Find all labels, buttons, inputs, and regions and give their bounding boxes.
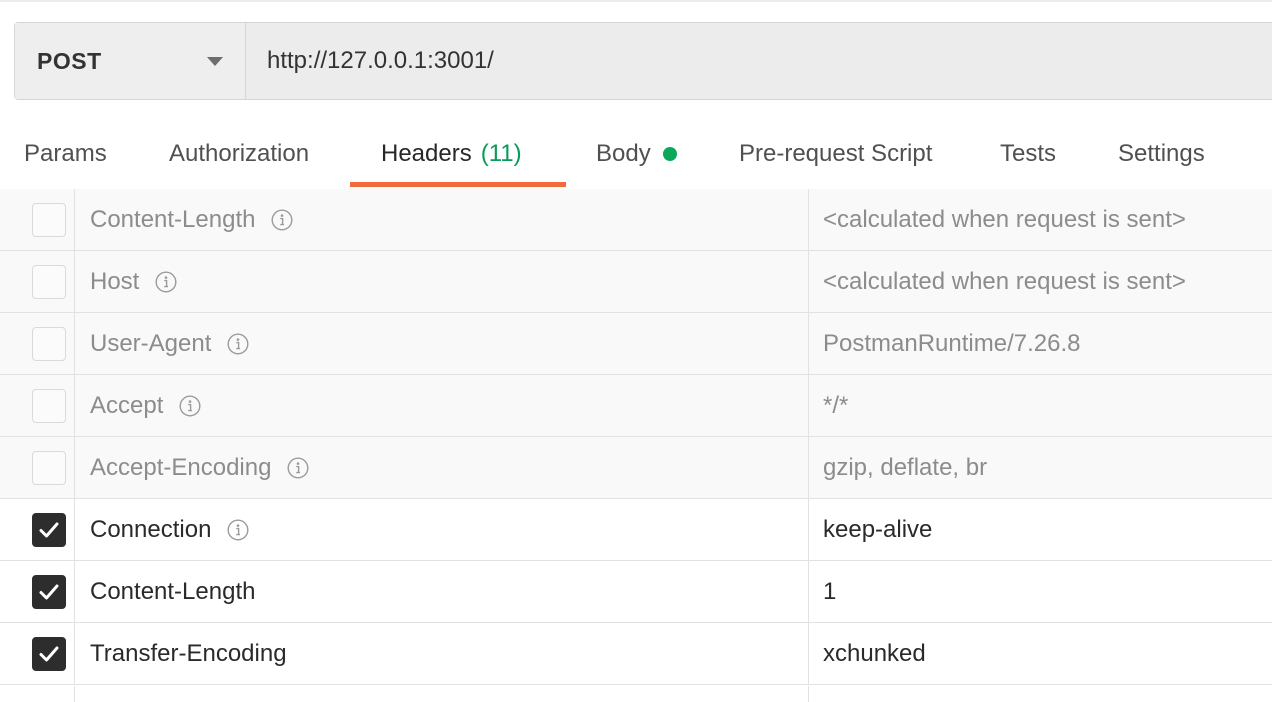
check-cell <box>0 623 75 684</box>
table-row-partial <box>0 686 1272 702</box>
table-row: Host <calculated when request is sent> <box>0 251 1272 313</box>
header-key: Host <box>90 267 140 295</box>
value-cell[interactable]: <calculated when request is sent> <box>809 251 1272 312</box>
value-cell[interactable]: 1 <box>809 561 1272 622</box>
key-cell[interactable]: Accept-Encoding <box>75 437 809 498</box>
header-checkbox[interactable] <box>32 389 66 423</box>
header-checkbox[interactable] <box>32 203 66 237</box>
chevron-down-icon <box>207 56 223 66</box>
table-row: Content-Length 1 <box>0 561 1272 623</box>
key-cell <box>75 686 809 702</box>
key-cell[interactable]: Transfer-Encoding <box>75 623 809 684</box>
header-checkbox[interactable] <box>32 265 66 299</box>
headers-count-badge: (11) <box>480 140 522 167</box>
header-value: gzip, deflate, br <box>823 453 988 481</box>
value-cell[interactable]: <calculated when request is sent> <box>809 189 1272 250</box>
key-cell[interactable]: Accept <box>75 375 809 436</box>
table-row: Content-Length <calculated when request i… <box>0 189 1272 251</box>
header-checkbox[interactable] <box>32 575 66 609</box>
table-row: Transfer-Encoding xchunked <box>0 623 1272 685</box>
tab-tests[interactable]: Tests <box>1000 122 1056 188</box>
method-label: POST <box>37 47 102 74</box>
header-value: */* <box>823 391 849 419</box>
active-tab-indicator <box>350 182 566 187</box>
url-input[interactable] <box>246 23 1272 99</box>
header-key: Accept-Encoding <box>90 453 272 481</box>
tab-params[interactable]: Params <box>24 122 107 188</box>
tab-label: Settings <box>1118 140 1205 167</box>
header-value: keep-alive <box>823 515 933 543</box>
request-tabs: Params Authorization Headers (11) Body P… <box>0 122 1272 188</box>
header-value: PostmanRuntime/7.26.8 <box>823 329 1081 357</box>
table-row: User-Agent PostmanRuntime/7.26.8 <box>0 313 1272 375</box>
key-cell[interactable]: Content-Length <box>75 561 809 622</box>
green-dot-icon <box>662 147 677 161</box>
info-icon[interactable] <box>271 208 293 231</box>
table-row: Connection keep-alive <box>0 499 1272 561</box>
check-cell <box>0 561 75 622</box>
request-bar: POST <box>14 22 1272 100</box>
header-value: 1 <box>823 577 837 605</box>
header-key: Connection <box>90 515 212 543</box>
tab-pre-request-script[interactable]: Pre-request Script <box>739 122 932 188</box>
check-cell <box>0 375 75 436</box>
header-value: <calculated when request is sent> <box>823 267 1186 295</box>
value-cell[interactable]: xchunked <box>809 623 1272 684</box>
top-divider <box>0 0 1272 2</box>
value-cell[interactable]: gzip, deflate, br <box>809 437 1272 498</box>
info-icon[interactable] <box>155 270 177 293</box>
info-icon[interactable] <box>227 332 249 355</box>
tab-label: Body <box>596 140 651 167</box>
method-dropdown[interactable]: POST <box>15 23 246 99</box>
check-cell <box>0 189 75 250</box>
key-cell[interactable]: Host <box>75 251 809 312</box>
check-cell <box>0 499 75 560</box>
info-icon[interactable] <box>227 518 249 541</box>
tab-authorization[interactable]: Authorization <box>169 122 309 188</box>
check-cell <box>0 686 75 702</box>
header-key: Content-Length <box>90 577 256 605</box>
header-key: Content-Length <box>90 205 256 233</box>
key-cell[interactable]: Content-Length <box>75 189 809 250</box>
info-icon[interactable] <box>179 394 201 417</box>
tab-label: Authorization <box>169 140 310 167</box>
check-cell <box>0 313 75 374</box>
tab-settings[interactable]: Settings <box>1118 122 1205 188</box>
tab-body[interactable]: Body <box>596 122 677 188</box>
header-value: <calculated when request is sent> <box>823 205 1186 233</box>
value-cell[interactable]: */* <box>809 375 1272 436</box>
tab-label: Pre-request Script <box>739 140 933 167</box>
header-checkbox[interactable] <box>32 327 66 361</box>
header-checkbox[interactable] <box>32 451 66 485</box>
value-cell[interactable]: keep-alive <box>809 499 1272 560</box>
key-cell[interactable]: User-Agent <box>75 313 809 374</box>
value-cell[interactable]: PostmanRuntime/7.26.8 <box>809 313 1272 374</box>
header-checkbox[interactable] <box>32 513 66 547</box>
check-cell <box>0 437 75 498</box>
tab-label: Headers <box>381 140 472 167</box>
tab-headers[interactable]: Headers (11) <box>381 122 522 188</box>
key-cell[interactable]: Connection <box>75 499 809 560</box>
tab-label: Tests <box>1000 140 1057 167</box>
header-key: User-Agent <box>90 329 212 357</box>
header-key: Transfer-Encoding <box>90 639 287 667</box>
info-icon[interactable] <box>287 456 309 479</box>
tab-label: Params <box>24 140 107 167</box>
header-value: xchunked <box>823 639 926 667</box>
table-row: Accept-Encoding gzip, deflate, br <box>0 437 1272 499</box>
header-checkbox[interactable] <box>32 637 66 671</box>
table-row: Accept */* <box>0 375 1272 437</box>
header-key: Accept <box>90 391 164 419</box>
check-cell <box>0 251 75 312</box>
